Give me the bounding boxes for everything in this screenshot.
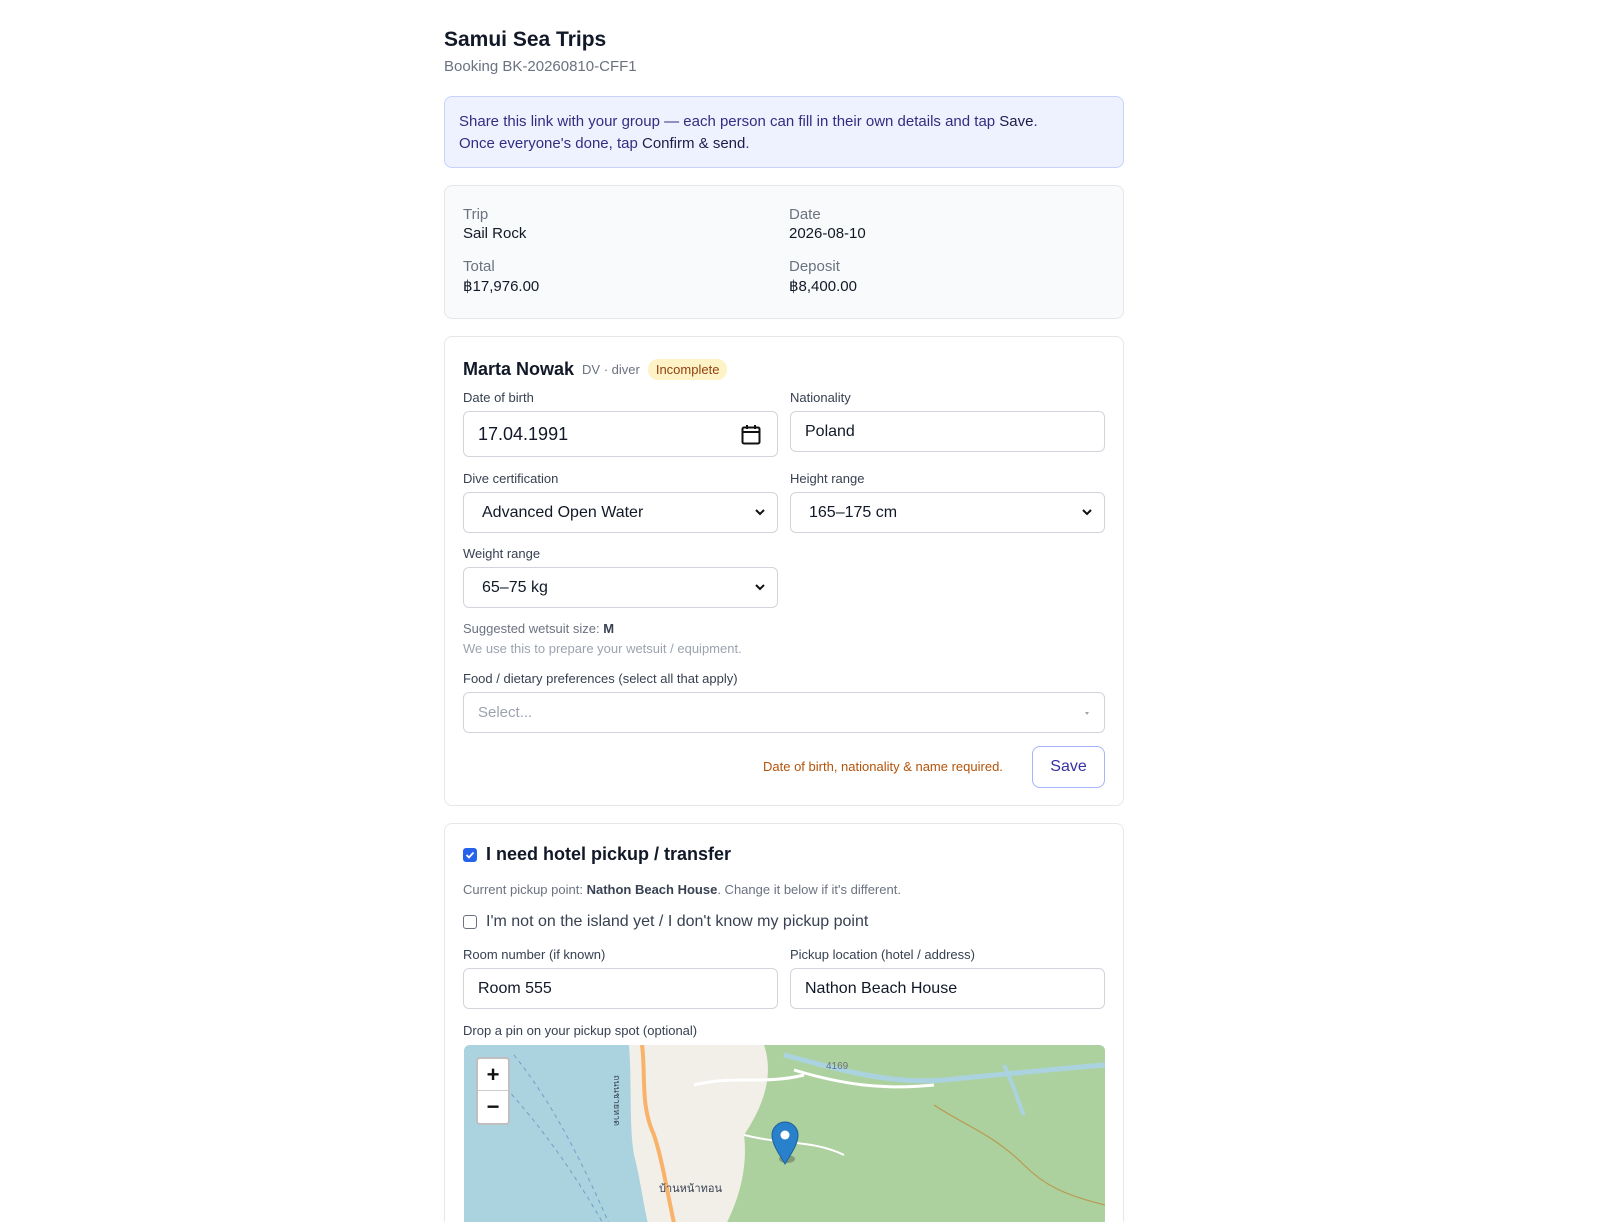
pin-label: Drop a pin on your pickup spot (optional… xyxy=(463,1023,698,1038)
certification-label: Dive certification xyxy=(463,471,559,486)
pickup-checkbox[interactable] xyxy=(463,847,477,862)
guest-header: Marta Nowak DV · diver Incomplete xyxy=(463,357,728,381)
banner-text: . xyxy=(745,135,750,152)
not-on-island-label: I'm not on the island yet / I don't know… xyxy=(486,913,869,930)
guest-meta: DV · diver xyxy=(582,361,640,377)
banner-save-word: Save xyxy=(999,113,1034,130)
banner-confirm-word: Confirm & send xyxy=(641,135,746,152)
wetsuit-note: We use this to prepare your wetsuit / eq… xyxy=(463,641,742,656)
nationality-input[interactable]: Poland xyxy=(790,411,1105,452)
weight-value: 65–75 kg xyxy=(482,578,548,596)
zoom-in-button[interactable]: + xyxy=(478,1059,508,1091)
banner-text: Once everyone's done, tap xyxy=(459,135,642,152)
height-select[interactable]: 165–175 cm xyxy=(790,492,1105,533)
not-on-island-checkbox[interactable] xyxy=(463,915,477,929)
chevron-down-icon xyxy=(755,509,765,516)
nationality-label: Nationality xyxy=(790,390,851,405)
guest-name: Marta Nowak xyxy=(463,358,575,379)
chevron-down-icon xyxy=(755,584,765,591)
date-label: Date xyxy=(789,206,821,223)
summary-deposit: Deposit ฿8,400.00 xyxy=(789,258,857,295)
food-placeholder: Select... xyxy=(478,704,533,721)
status-badge: Incomplete xyxy=(647,358,728,380)
room-value: Room 555 xyxy=(478,979,552,997)
wetsuit-size: M xyxy=(603,621,615,636)
map-zoom-control: + − xyxy=(476,1057,510,1125)
deposit-label: Deposit xyxy=(789,258,840,275)
not-on-island-row[interactable]: I'm not on the island yet / I don't know… xyxy=(463,913,868,931)
pickup-map[interactable]: + − 4169 บ้านหน้าทอน ถนนชายหาด xyxy=(464,1045,1105,1222)
room-input[interactable]: Room 555 xyxy=(463,968,778,1009)
current-pickup-suffix: . Change it below if it's different. xyxy=(717,882,901,897)
wetsuit-prefix: Suggested wetsuit size: xyxy=(463,621,604,636)
certification-value: Advanced Open Water xyxy=(482,503,644,521)
map-road-label: 4169 xyxy=(826,1061,849,1072)
food-label: Food / dietary preferences (select all t… xyxy=(463,671,738,686)
total-label: Total xyxy=(463,258,495,275)
map-street-label: ถนนชายหาด xyxy=(612,1075,622,1127)
dob-value: 17.04.1991 xyxy=(478,423,569,444)
total-value: ฿17,976.00 xyxy=(463,278,540,295)
height-value: 165–175 cm xyxy=(809,503,898,521)
shop-name: Samui Sea Trips xyxy=(444,28,607,51)
pickup-location-value: Nathon Beach House xyxy=(805,979,958,997)
weight-label: Weight range xyxy=(463,546,541,561)
height-label: Height range xyxy=(790,471,865,486)
booking-summary: Trip Sail Rock Date 2026-08-10 Total ฿17… xyxy=(444,185,1124,319)
current-pickup-text: Current pickup point: Nathon Beach House… xyxy=(463,882,901,897)
summary-total: Total ฿17,976.00 xyxy=(463,258,539,295)
current-pickup-prefix: Current pickup point: xyxy=(463,882,587,897)
guest-details-card: Marta Nowak DV · diver Incomplete Date o… xyxy=(444,336,1124,806)
trip-label: Trip xyxy=(463,206,489,223)
banner-text: Share this link with your group — each p… xyxy=(459,113,1000,130)
checkmark-icon xyxy=(465,851,475,859)
weight-select[interactable]: 65–75 kg xyxy=(463,567,778,608)
trip-value: Sail Rock xyxy=(463,225,527,242)
booking-reference: Booking BK-20260810-CFF1 xyxy=(444,58,637,75)
date-value: 2026-08-10 xyxy=(789,225,866,242)
food-multiselect[interactable]: Select... xyxy=(463,692,1105,733)
wetsuit-suggestion: Suggested wetsuit size: M xyxy=(463,621,614,636)
calendar-icon[interactable] xyxy=(741,424,761,446)
dob-input[interactable]: 17.04.1991 xyxy=(463,411,778,457)
dropdown-arrow-icon xyxy=(1085,712,1089,715)
certification-select[interactable]: Advanced Open Water xyxy=(463,492,778,533)
dob-label: Date of birth xyxy=(463,390,534,405)
deposit-value: ฿8,400.00 xyxy=(789,278,857,295)
pickup-title: I need hotel pickup / transfer xyxy=(486,844,732,864)
map-place-label: บ้านหน้าทอน xyxy=(659,1183,723,1195)
room-label: Room number (if known) xyxy=(463,947,606,962)
zoom-out-button[interactable]: − xyxy=(478,1091,508,1123)
chevron-down-icon xyxy=(1082,509,1092,516)
location-pin-icon[interactable] xyxy=(771,1121,799,1165)
pickup-card: I need hotel pickup / transfer Current p… xyxy=(444,823,1124,1222)
share-info-banner: Share this link with your group — each p… xyxy=(444,96,1124,168)
summary-date: Date 2026-08-10 xyxy=(789,206,866,242)
current-pickup-point: Nathon Beach House xyxy=(586,882,718,897)
validation-warning: Date of birth, nationality & name requir… xyxy=(763,759,1003,774)
pickup-toggle-row[interactable]: I need hotel pickup / transfer xyxy=(463,844,731,865)
pickup-location-label: Pickup location (hotel / address) xyxy=(790,947,975,962)
pickup-location-input[interactable]: Nathon Beach House xyxy=(790,968,1105,1009)
banner-text: . xyxy=(1033,113,1038,130)
save-button[interactable]: Save xyxy=(1032,746,1105,788)
nationality-value: Poland xyxy=(805,422,855,440)
summary-trip: Trip Sail Rock xyxy=(463,206,526,242)
